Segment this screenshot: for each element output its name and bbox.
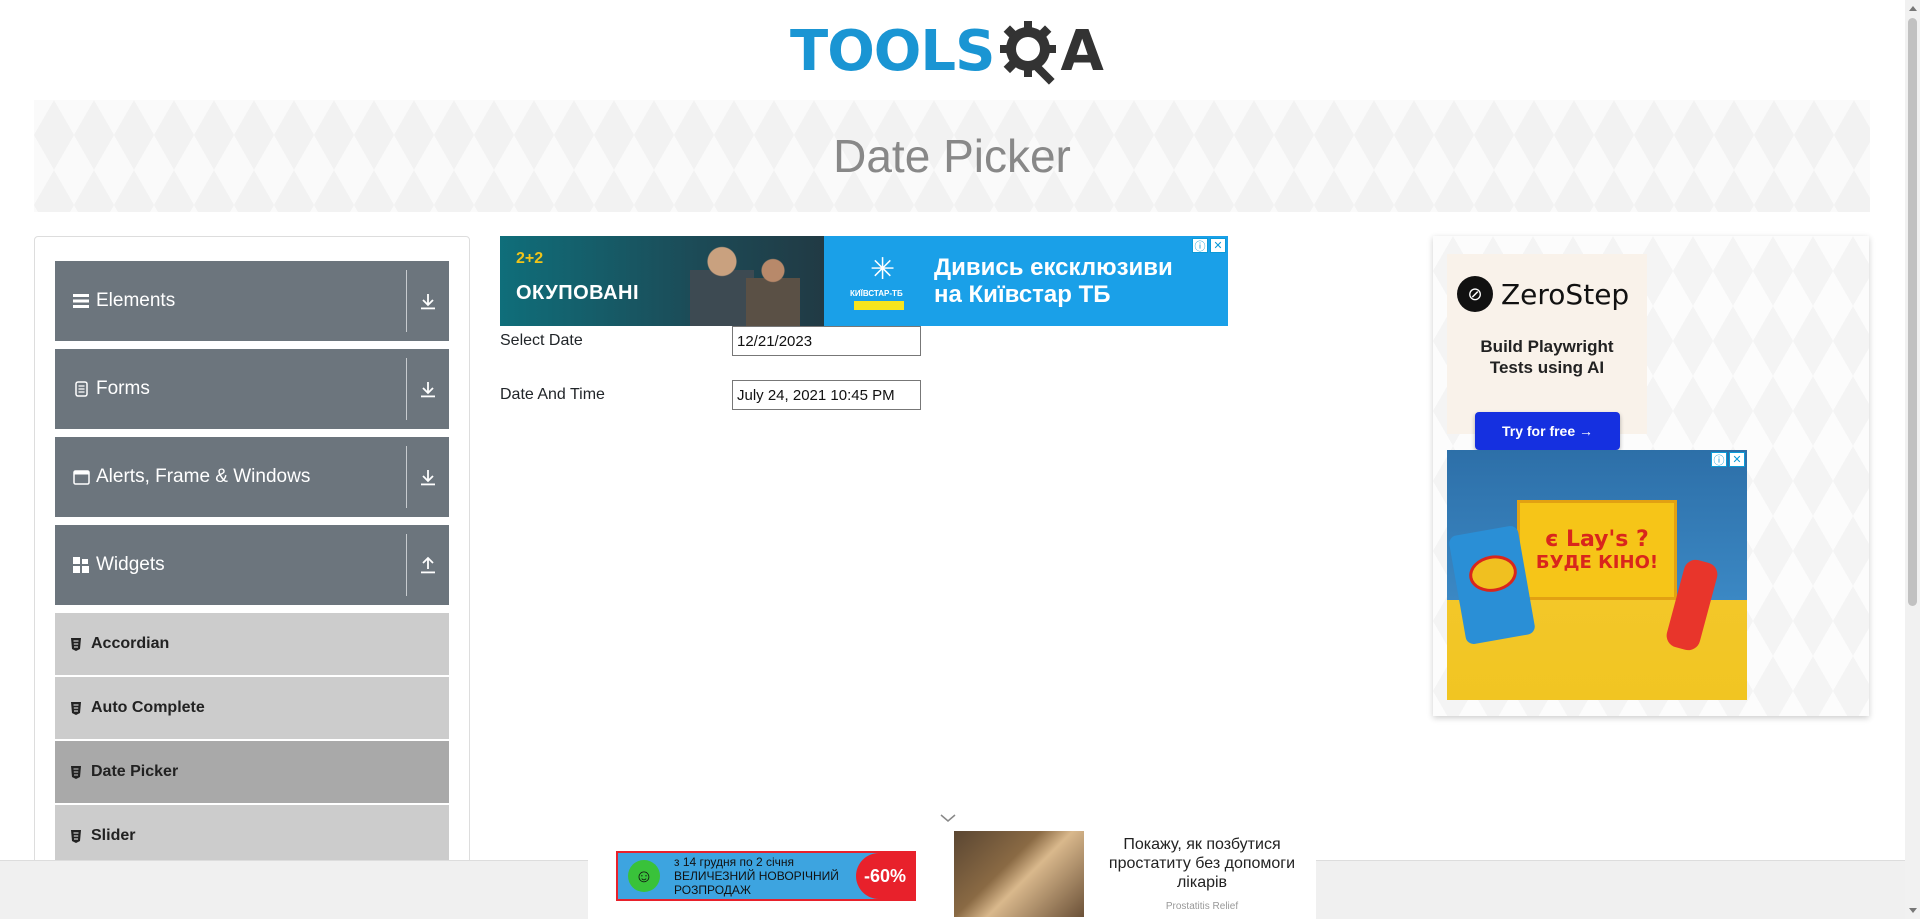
scroll-up-icon[interactable] xyxy=(1905,0,1920,17)
sidebar-group-alerts[interactable]: Alerts, Frame & Windows xyxy=(55,437,449,517)
sale-line1: з 14 грудня по 2 січня xyxy=(674,855,795,869)
ad-source: Prostatitis Relief xyxy=(1165,901,1239,912)
zerostep-name: ZeroStep xyxy=(1501,277,1630,311)
zerostep-tagline-line2: Tests using AI xyxy=(1489,358,1605,377)
widgets-menu-list: Accordian Auto Complete Date Picker Slid… xyxy=(55,613,449,867)
sidebar-group-label: Forms xyxy=(96,378,150,399)
vertical-scrollbar[interactable] xyxy=(1905,0,1920,919)
gear-magnifier-icon xyxy=(1000,21,1057,85)
page-title: Date Picker xyxy=(833,130,1071,182)
ad-tag xyxy=(854,301,904,310)
zerostep-header: ⊘ ZeroStep xyxy=(1457,276,1629,312)
ad-choices: ⓘ ✕ xyxy=(1711,452,1745,467)
close-icon[interactable]: ✕ xyxy=(1729,452,1745,467)
ad-message-panel: ✳ КИЇВСТАР-ТБ Дивись ексклюзиви на Київс… xyxy=(824,236,1228,326)
logo-text: TOOLS xyxy=(790,19,995,84)
info-icon[interactable]: ⓘ xyxy=(1711,452,1727,467)
sale-line2: ВЕЛИЧЕЗНИЙ НОВОРІЧНИЙ xyxy=(674,869,839,883)
left-sidebar: Elements Forms Alerts, Frame & Windows W… xyxy=(34,236,470,919)
star-icon: ✳ xyxy=(870,253,896,286)
kyivstar-logo: ✳ КИЇВСТАР-ТБ xyxy=(850,251,926,311)
lays-ad[interactable]: є Lay's ? БУДЕ КІНО! ⓘ ✕ xyxy=(1447,450,1747,700)
select-date-label: Select Date xyxy=(500,332,583,349)
ad-photo-image xyxy=(954,831,1084,917)
sidebar-item-slider[interactable]: Slider xyxy=(55,805,449,867)
smile-icon: ☺ xyxy=(628,860,660,892)
html5-icon xyxy=(69,701,83,715)
sidebar-item-label: Date Picker xyxy=(91,763,179,780)
sidebar-group-forms[interactable]: Forms xyxy=(55,349,449,429)
top-ad-banner[interactable]: 2+2 ОКУПОВАНІ ✳ КИЇВСТАР-ТБ Дивись екскл… xyxy=(500,236,1228,326)
sidebar-item-label: Accordian xyxy=(91,635,170,652)
scrollbar-thumb[interactable] xyxy=(1908,18,1917,606)
select-date-input[interactable] xyxy=(732,326,921,356)
sidebar-item-label: Slider xyxy=(91,827,136,844)
sale-text: з 14 грудня по 2 січня ВЕЛИЧЕЗНИЙ НОВОРІ… xyxy=(674,855,839,897)
lays-screen: є Lay's ? БУДЕ КІНО! xyxy=(1517,500,1677,600)
ad-message-line2: на Київстар ТБ xyxy=(934,281,1111,308)
sidebar-item-auto-complete[interactable]: Auto Complete xyxy=(55,677,449,739)
ad-show-title: ОКУПОВАНІ xyxy=(516,282,640,304)
sidebar-group-label: Alerts, Frame & Windows xyxy=(96,466,311,487)
info-icon[interactable]: ⓘ xyxy=(1192,238,1208,253)
right-ad-panel: ⊘ ZeroStep Build Playwright Tests using … xyxy=(1433,236,1869,716)
zerostep-tagline: Build Playwright Tests using AI xyxy=(1447,336,1647,378)
close-icon[interactable]: ✕ xyxy=(1210,238,1226,253)
zerostep-tagline-line1: Build Playwright xyxy=(1480,337,1614,356)
try-for-free-button[interactable]: Try for free → xyxy=(1475,412,1620,450)
scroll-down-icon[interactable] xyxy=(1905,902,1920,919)
document-icon xyxy=(72,380,90,398)
ad-brand: 2+2 xyxy=(516,250,544,267)
select-date-row: Select Date xyxy=(500,326,921,356)
sidebar-item-date-picker[interactable]: Date Picker xyxy=(55,741,449,803)
sidebar-group-widgets[interactable]: Widgets xyxy=(55,525,449,605)
ad-operator: КИЇВСТАР-ТБ xyxy=(850,289,903,298)
ad-choices: ⓘ ✕ xyxy=(1192,238,1226,253)
logo-suffix: A xyxy=(1060,19,1104,84)
sidebar-item-accordian[interactable]: Accordian xyxy=(55,613,449,675)
html5-icon xyxy=(69,637,83,651)
sidebar-item-label: Auto Complete xyxy=(91,699,205,716)
sidebar-group-elements[interactable]: Elements xyxy=(55,261,449,341)
ad-message-line1: Дивись ексклюзиви xyxy=(934,254,1173,281)
sale-ad[interactable]: ☺ з 14 грудня по 2 січня ВЕЛИЧЕЗНИЙ НОВО… xyxy=(616,851,916,901)
date-time-input[interactable] xyxy=(732,380,921,410)
download-arrow-icon[interactable] xyxy=(407,292,449,310)
download-arrow-icon[interactable] xyxy=(407,468,449,486)
page-banner: Date Picker xyxy=(34,100,1870,212)
ad-person-image xyxy=(746,252,800,326)
bottom-ad[interactable]: ☺ з 14 грудня по 2 січня ВЕЛИЧЕЗНИЙ НОВО… xyxy=(588,823,1316,919)
lays-line2: БУДЕ КІНО! xyxy=(1535,552,1659,573)
ad-show-panel: 2+2 ОКУПОВАНІ xyxy=(500,236,824,326)
zerostep-logo-icon: ⊘ xyxy=(1457,276,1493,312)
ad-text: Покажу, як позбутися простатиту без допо… xyxy=(1108,836,1296,891)
html5-icon xyxy=(69,829,83,843)
grid-icon xyxy=(72,556,90,574)
zerostep-ad[interactable]: ⊘ ZeroStep Build Playwright Tests using … xyxy=(1447,254,1647,450)
upload-arrow-icon[interactable] xyxy=(407,556,449,574)
toolsqa-logo[interactable]: TOOLS A xyxy=(790,14,1104,90)
page: TOOLS A Date Picker Elements Forms Alert… xyxy=(0,0,1920,919)
ad-person-image xyxy=(690,240,754,326)
ad-message: Дивись ексклюзиви на Київстар ТБ xyxy=(934,254,1173,308)
download-arrow-icon[interactable] xyxy=(407,380,449,398)
date-time-label: Date And Time xyxy=(500,386,605,403)
date-time-row: Date And Time xyxy=(500,380,921,410)
window-icon xyxy=(72,468,90,486)
lays-line1: є Lay's ? xyxy=(1545,527,1649,552)
sale-discount: -60% xyxy=(856,853,914,899)
sidebar-group-label: Widgets xyxy=(96,554,165,575)
html5-icon xyxy=(69,765,83,779)
hamburger-icon xyxy=(72,292,90,310)
sale-line3: РОЗПРОДАЖ xyxy=(674,883,751,897)
sidebar-group-label: Elements xyxy=(96,290,176,311)
